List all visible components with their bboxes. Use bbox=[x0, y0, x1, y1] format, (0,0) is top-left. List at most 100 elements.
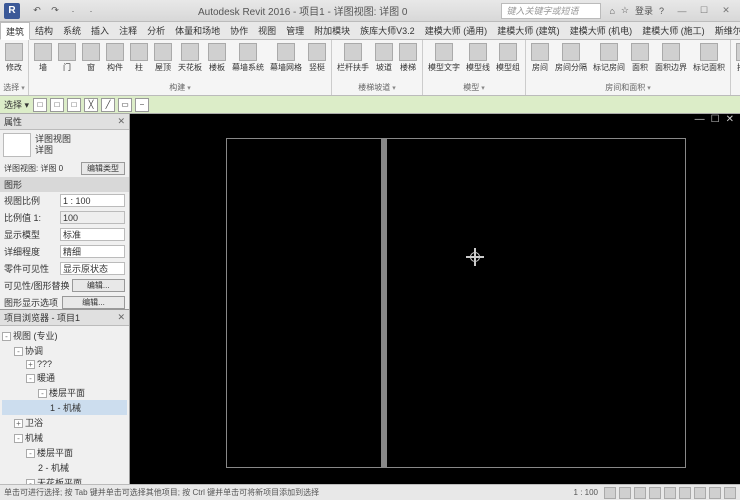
view-close-icon[interactable]: ✕ bbox=[724, 114, 736, 125]
ribbon-button[interactable]: 幕墙系统 bbox=[230, 42, 266, 74]
qat-icon[interactable]: · bbox=[66, 4, 80, 18]
panel-title[interactable]: 楼梯坡道 bbox=[335, 81, 419, 93]
ribbon-tab[interactable]: 注释 bbox=[114, 22, 142, 39]
ribbon-button[interactable]: 模型线 bbox=[464, 42, 492, 74]
help-icon[interactable]: ? bbox=[659, 6, 664, 16]
ribbon-tab[interactable]: 分析 bbox=[142, 22, 170, 39]
qat-undo-icon[interactable]: ↶ bbox=[30, 4, 44, 18]
tree-twisty-icon[interactable]: - bbox=[14, 434, 23, 443]
tree-twisty-icon[interactable]: - bbox=[38, 389, 47, 398]
ribbon-tab[interactable]: 建模大师 (施工) bbox=[637, 22, 710, 39]
detail-line[interactable] bbox=[381, 138, 387, 468]
tree-node[interactable]: +卫浴 bbox=[2, 415, 127, 430]
ribbon-tab[interactable]: 建模大师 (通用) bbox=[420, 22, 493, 39]
ribbon-button[interactable]: 墙 bbox=[32, 42, 54, 74]
help-search-input[interactable]: 键入关键字或短语 bbox=[501, 3, 601, 19]
status-icon[interactable] bbox=[604, 487, 616, 499]
view-scale[interactable]: 1 : 100 bbox=[574, 488, 598, 497]
tree-twisty-icon[interactable]: - bbox=[2, 332, 11, 341]
property-value[interactable]: 标准 bbox=[60, 228, 125, 241]
ribbon-button[interactable]: 按面 bbox=[734, 42, 740, 74]
options-select-label[interactable]: 选择 ▾ bbox=[4, 98, 29, 111]
tree-node[interactable]: -天花板平面 bbox=[2, 475, 127, 484]
status-icon[interactable] bbox=[619, 487, 631, 499]
ribbon-button[interactable]: 竖梃 bbox=[306, 42, 328, 74]
properties-close-icon[interactable]: ✕ bbox=[117, 116, 125, 127]
maximize-button[interactable]: ☐ bbox=[694, 4, 714, 18]
status-icon[interactable] bbox=[694, 487, 706, 499]
optionbar-icon[interactable]: ⎯ bbox=[135, 98, 149, 112]
ribbon-tab[interactable]: 建模大师 (建筑) bbox=[492, 22, 565, 39]
status-icon[interactable] bbox=[709, 487, 721, 499]
tree-twisty-icon[interactable]: + bbox=[14, 419, 23, 428]
optionbar-icon[interactable]: □ bbox=[67, 98, 81, 112]
ribbon-button[interactable]: 标记房间 bbox=[591, 42, 627, 74]
crop-region[interactable] bbox=[226, 138, 686, 468]
ribbon-tab[interactable]: 建筑 bbox=[0, 22, 30, 40]
ribbon-button[interactable]: 幕墙网格 bbox=[268, 42, 304, 74]
panel-title[interactable]: 选择 bbox=[3, 81, 25, 93]
ribbon-button[interactable]: 屋顶 bbox=[152, 42, 174, 74]
qat-redo-icon[interactable]: ↷ bbox=[48, 4, 62, 18]
status-icon[interactable] bbox=[649, 487, 661, 499]
ribbon-button[interactable]: 模型组 bbox=[494, 42, 522, 74]
edit-type-button[interactable]: 编辑类型 bbox=[81, 162, 125, 175]
optionbar-icon[interactable]: □ bbox=[50, 98, 64, 112]
tree-node[interactable]: -视图 (专业) bbox=[2, 328, 127, 343]
tree-node[interactable]: 2 - 机械 bbox=[2, 460, 127, 475]
ribbon-button[interactable]: 修改 bbox=[3, 42, 25, 74]
property-value[interactable]: 1 : 100 bbox=[60, 194, 125, 207]
ribbon-tab[interactable]: 插入 bbox=[86, 22, 114, 39]
status-icon[interactable] bbox=[679, 487, 691, 499]
panel-title[interactable]: 模型 bbox=[426, 81, 522, 93]
star-icon[interactable]: ☆ bbox=[621, 5, 629, 16]
optionbar-icon[interactable]: □ bbox=[33, 98, 47, 112]
optionbar-icon[interactable]: ▭ bbox=[118, 98, 132, 112]
ribbon-tab[interactable]: 管理 bbox=[281, 22, 309, 39]
ribbon-button[interactable]: 栏杆扶手 bbox=[335, 42, 371, 74]
optionbar-icon[interactable]: ╱ bbox=[101, 98, 115, 112]
ribbon-button[interactable]: 房间 bbox=[529, 42, 551, 74]
tree-twisty-icon[interactable]: - bbox=[14, 347, 23, 356]
property-value[interactable]: 精细 bbox=[60, 245, 125, 258]
tree-node[interactable]: -机械 bbox=[2, 430, 127, 445]
ribbon-tab[interactable]: 族库大师V3.2 bbox=[355, 22, 420, 39]
infocenter-icon[interactable]: ⌂ bbox=[609, 6, 614, 16]
ribbon-tab[interactable]: 系统 bbox=[58, 22, 86, 39]
close-button[interactable]: ✕ bbox=[716, 4, 736, 18]
ribbon-tab[interactable]: 结构 bbox=[30, 22, 58, 39]
optionbar-icon[interactable]: ╳ bbox=[84, 98, 98, 112]
property-group-header[interactable]: 图形 bbox=[0, 177, 129, 192]
tree-node[interactable]: +??? bbox=[2, 358, 127, 370]
ribbon-tab[interactable]: 斯维尔-土建 bbox=[710, 22, 740, 39]
status-icon[interactable] bbox=[634, 487, 646, 499]
ribbon-button[interactable]: 面积边界 bbox=[653, 42, 689, 74]
ribbon-tab[interactable]: 协作 bbox=[225, 22, 253, 39]
tree-twisty-icon[interactable]: - bbox=[26, 449, 35, 458]
type-selector[interactable]: 详图视图 详图 bbox=[0, 130, 129, 160]
panel-title[interactable]: 房间和面积 bbox=[529, 81, 727, 93]
tree-node[interactable]: 1 - 机械 bbox=[2, 400, 127, 415]
ribbon-button[interactable]: 楼板 bbox=[206, 42, 228, 74]
qat-icon[interactable]: · bbox=[84, 4, 98, 18]
ribbon-tab[interactable]: 体量和场地 bbox=[170, 22, 225, 39]
property-edit-button[interactable]: 编辑... bbox=[72, 279, 125, 292]
ribbon-button[interactable]: 面积 bbox=[629, 42, 651, 74]
ribbon-button[interactable]: 构件 bbox=[104, 42, 126, 74]
ribbon-tab[interactable]: 视图 bbox=[253, 22, 281, 39]
panel-title[interactable]: 构建 bbox=[32, 81, 328, 93]
tree-twisty-icon[interactable]: - bbox=[26, 479, 35, 484]
status-icon[interactable] bbox=[724, 487, 736, 499]
ribbon-tab[interactable]: 建模大师 (机电) bbox=[565, 22, 638, 39]
property-value[interactable]: 显示原状态 bbox=[60, 262, 125, 275]
ribbon-button[interactable]: 柱 bbox=[128, 42, 150, 74]
ribbon-button[interactable]: 门 bbox=[56, 42, 78, 74]
ribbon-button[interactable]: 天花板 bbox=[176, 42, 204, 74]
browser-close-icon[interactable]: ✕ bbox=[117, 312, 125, 323]
drawing-area[interactable]: — ☐ ✕ bbox=[130, 114, 740, 484]
tree-node[interactable]: -协调 bbox=[2, 343, 127, 358]
ribbon-button[interactable]: 标记面积 bbox=[691, 42, 727, 74]
tree-node[interactable]: -楼层平面 bbox=[2, 445, 127, 460]
minimize-button[interactable]: — bbox=[672, 4, 692, 18]
tree-node[interactable]: -暖通 bbox=[2, 370, 127, 385]
